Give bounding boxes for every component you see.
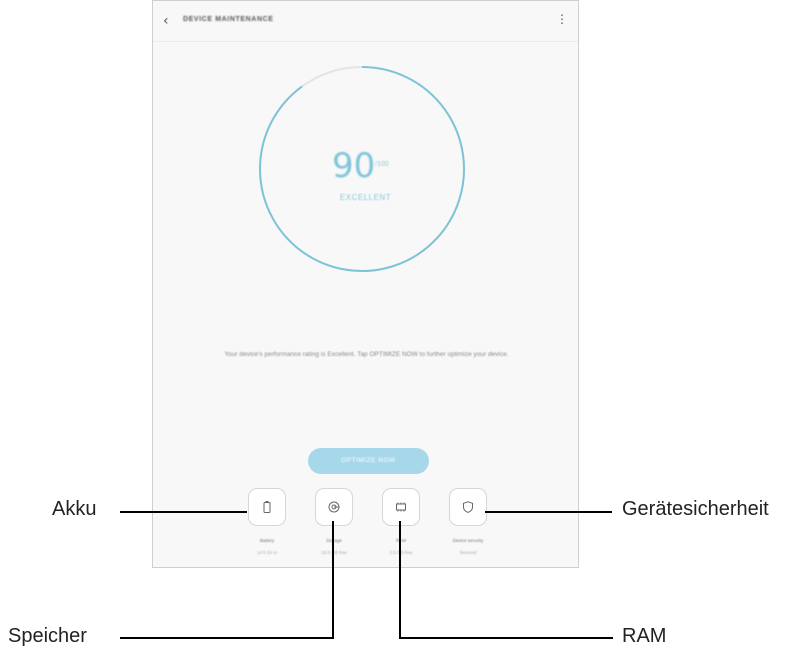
ram-label: RAM <box>396 538 406 543</box>
score-unit: /100 <box>375 161 389 168</box>
optimize-now-button[interactable]: OPTIMIZE NOW <box>308 448 429 474</box>
performance-gauge <box>259 66 465 272</box>
callout-line-ram-v <box>399 521 401 639</box>
performance-status: EXCELLENT <box>339 193 392 202</box>
callout-line-ram-h <box>399 637 613 639</box>
callout-line-speicher-h <box>120 637 334 639</box>
ram-icon-box <box>382 488 420 526</box>
performance-message: Your device's performance rating is Exce… <box>224 351 509 358</box>
battery-icon-box <box>248 488 286 526</box>
callout-geraetesicherheit: Gerätesicherheit <box>622 498 769 520</box>
callout-ram: RAM <box>622 625 667 647</box>
category-ram[interactable]: RAM 2.5 GB free <box>377 488 425 555</box>
battery-label: Battery <box>259 538 275 543</box>
storage-label: Storage <box>310 538 358 543</box>
security-value: Secured <box>459 550 477 555</box>
ram-chip-icon <box>396 502 406 512</box>
performance-score: 90 <box>332 146 376 186</box>
callout-line-speicher-v <box>332 521 334 639</box>
category-security[interactable]: Device security Secured <box>444 488 492 555</box>
callout-line-akku <box>120 511 247 513</box>
shield-icon <box>463 501 473 513</box>
device-maintenance-screen: ‹ DEVICE MAINTENANCE ⋮ 90 /100 EXCELLENT… <box>152 0 579 568</box>
storage-value: 15.5 GB free <box>321 550 347 555</box>
security-label: Device security <box>452 538 484 543</box>
category-battery[interactable]: Battery 14 h 24 m <box>243 488 291 555</box>
callout-akku: Akku <box>52 498 97 520</box>
storage-icon <box>328 501 340 513</box>
callout-speicher: Speicher <box>8 625 87 647</box>
category-storage[interactable]: Storage 15.5 GB free <box>310 488 358 555</box>
optimize-now-label: OPTIMIZE NOW <box>341 457 396 464</box>
ram-value: 2.5 GB free <box>389 550 413 555</box>
storage-icon-box <box>315 488 353 526</box>
callout-line-sicherheit <box>485 511 612 513</box>
battery-value: 14 h 24 m <box>256 550 277 555</box>
battery-icon <box>263 501 271 513</box>
security-icon-box <box>449 488 487 526</box>
